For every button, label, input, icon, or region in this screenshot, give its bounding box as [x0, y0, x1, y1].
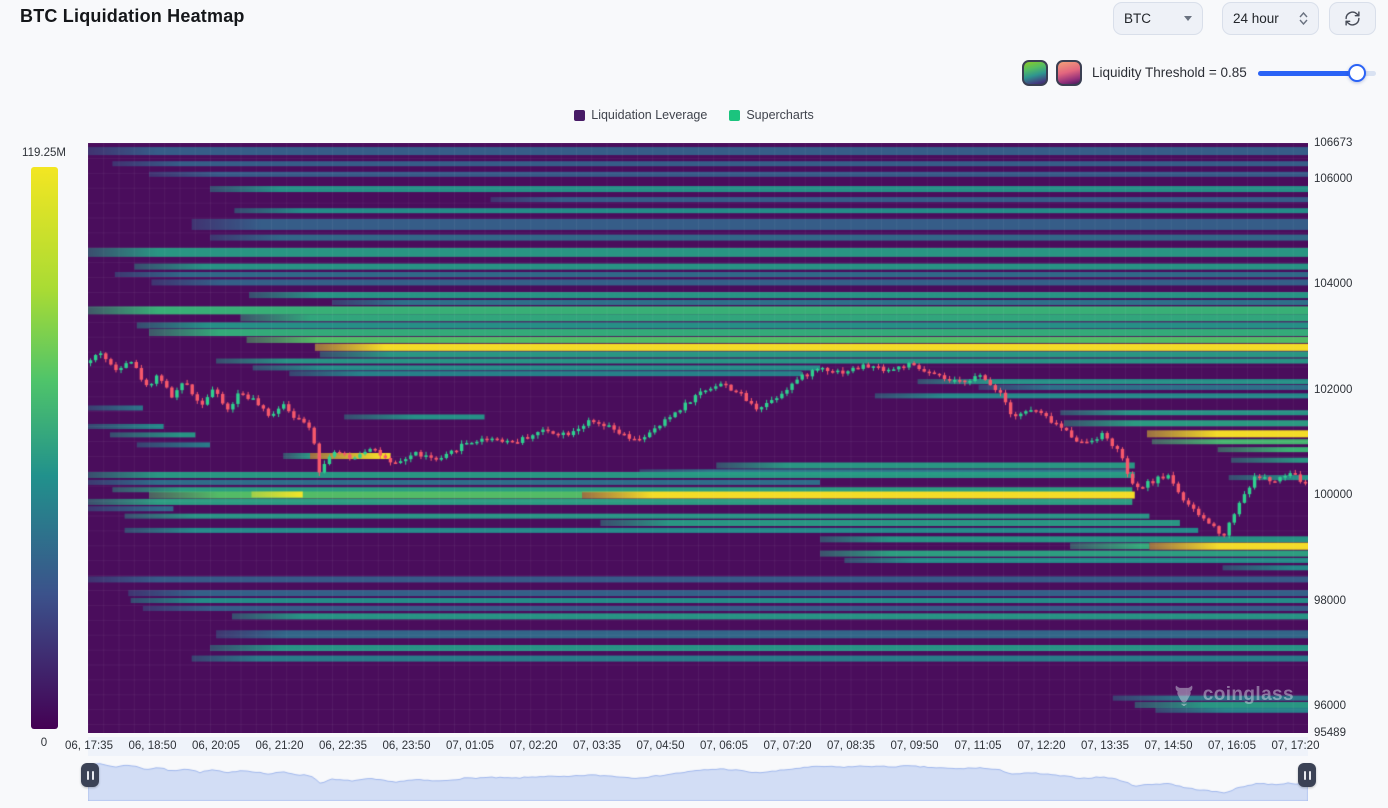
liquidity-threshold-label: Liquidity Threshold = 0.85 — [1092, 60, 1247, 86]
time-axis-tick: 07, 11:05 — [954, 740, 1001, 752]
colorbar — [31, 167, 58, 729]
time-axis-tick: 07, 03:35 — [573, 740, 621, 752]
price-axis-tick: 104000 — [1314, 278, 1352, 290]
time-axis-tick: 06, 18:50 — [129, 740, 177, 752]
coin-select[interactable]: BTC — [1113, 2, 1203, 35]
slider-fill — [1258, 71, 1357, 76]
time-axis-tick: 06, 20:05 — [192, 740, 240, 752]
legend-swatch-green — [729, 110, 740, 121]
navigator-left-handle[interactable] — [81, 763, 99, 787]
liquidation-heatmap-canvas[interactable] — [88, 143, 1308, 733]
refresh-icon — [1344, 10, 1361, 27]
price-axis-tick: 95489 — [1314, 727, 1346, 739]
chart-legend: Liquidation Leverage Supercharts — [0, 108, 1388, 122]
time-axis-tick: 07, 06:05 — [700, 740, 748, 752]
coin-select-value: BTC — [1124, 11, 1151, 26]
interval-select-value: 24 hour — [1233, 11, 1279, 26]
viridis-palette-swatch[interactable] — [1022, 60, 1048, 86]
time-axis-tick: 07, 13:35 — [1081, 740, 1129, 752]
liquidity-threshold-slider[interactable] — [1258, 60, 1376, 86]
legend-label: Supercharts — [746, 108, 813, 122]
slider-thumb[interactable] — [1348, 64, 1366, 82]
refresh-button[interactable] — [1329, 2, 1376, 35]
price-axis-tick: 102000 — [1314, 384, 1352, 396]
time-axis-tick: 07, 04:50 — [637, 740, 685, 752]
legend-item-liquidation-leverage[interactable]: Liquidation Leverage — [574, 108, 707, 122]
price-axis-tick: 96000 — [1314, 700, 1346, 712]
heatmap-plot: coinglass — [88, 143, 1308, 733]
page-title: BTC Liquidation Heatmap — [20, 6, 245, 27]
legend-item-supercharts[interactable]: Supercharts — [729, 108, 813, 122]
time-axis-tick: 07, 16:05 — [1208, 740, 1256, 752]
time-axis-tick: 07, 17:20 — [1272, 740, 1320, 752]
time-axis-tick: 07, 01:05 — [446, 740, 494, 752]
chevron-down-icon — [1184, 16, 1192, 21]
legend-swatch-purple — [574, 110, 585, 121]
legend-label: Liquidation Leverage — [591, 108, 707, 122]
colorbar-max-label: 119.25M — [14, 147, 74, 159]
time-axis-tick: 06, 21:20 — [256, 740, 304, 752]
price-axis-tick: 100000 — [1314, 489, 1352, 501]
time-axis-tick: 07, 12:20 — [1018, 740, 1066, 752]
time-axis-tick: 06, 22:35 — [319, 740, 367, 752]
time-axis-tick: 06, 17:35 — [65, 740, 113, 752]
navigator-right-handle[interactable] — [1298, 763, 1316, 787]
price-axis-tick: 106000 — [1314, 173, 1352, 185]
range-navigator — [88, 757, 1308, 801]
liquidation-heatmap-page: BTC Liquidation Heatmap BTC 24 hour Liqu… — [0, 0, 1388, 808]
time-axis-tick: 06, 23:50 — [383, 740, 431, 752]
price-axis-tick: 98000 — [1314, 595, 1346, 607]
interval-select[interactable]: 24 hour — [1222, 2, 1319, 35]
navigator-area-canvas[interactable] — [88, 757, 1308, 801]
price-axis-tick: 106673 — [1314, 137, 1352, 149]
time-axis-tick: 07, 02:20 — [510, 740, 558, 752]
time-axis-tick: 07, 09:50 — [891, 740, 939, 752]
updown-chevrons-icon — [1299, 12, 1308, 25]
time-axis-tick: 07, 08:35 — [827, 740, 875, 752]
time-axis-tick: 07, 07:20 — [764, 740, 812, 752]
time-axis-tick: 07, 14:50 — [1145, 740, 1193, 752]
magma-palette-swatch[interactable] — [1056, 60, 1082, 86]
